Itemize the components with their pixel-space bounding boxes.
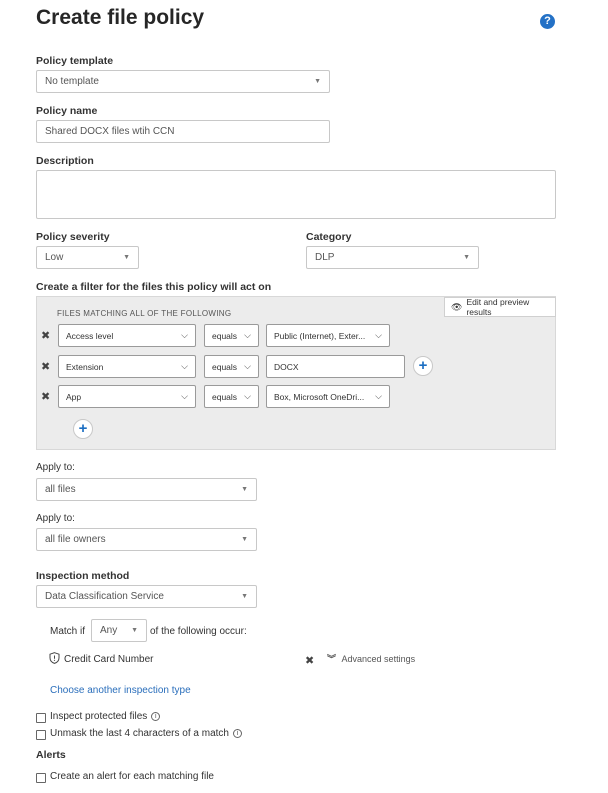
severity-label: Policy severity bbox=[36, 231, 110, 243]
apply-owners-value: all file owners bbox=[45, 534, 106, 545]
apply-files-value: all files bbox=[45, 484, 76, 495]
filter-field-value: App bbox=[66, 392, 81, 402]
unmask-row: Unmask the last 4 characters of a match i bbox=[50, 728, 242, 739]
match-value: Any bbox=[100, 625, 117, 636]
chevron-down-icon: ⌵ bbox=[375, 391, 382, 402]
inspect-protected-row: Inspect protected files i bbox=[50, 711, 160, 722]
filter-value-text: Box, Microsoft OneDri... bbox=[274, 392, 364, 402]
chevron-down-icon: ⌵ bbox=[244, 330, 251, 341]
category-value: DLP bbox=[315, 252, 334, 263]
chevron-down-icon: ⌵ bbox=[375, 330, 382, 341]
inspect-protected-label: Inspect protected files bbox=[50, 711, 147, 722]
filter-operator-value: equals bbox=[212, 392, 237, 402]
filter-field-value: Access level bbox=[66, 331, 113, 341]
severity-select[interactable]: Low ▼ bbox=[36, 246, 139, 269]
filter-field-select[interactable]: Extension ⌵ bbox=[58, 355, 196, 378]
info-icon[interactable]: i bbox=[151, 712, 160, 721]
policy-name-input[interactable]: Shared DOCX files wtih CCN bbox=[36, 120, 330, 143]
edit-preview-button[interactable]: 👁 Edit and preview results bbox=[444, 297, 556, 317]
create-alert-label: Create an alert for each matching file bbox=[50, 771, 214, 782]
filter-field-value: Extension bbox=[66, 362, 103, 372]
category-label: Category bbox=[306, 231, 352, 243]
double-chevron-down-icon: ︾ bbox=[327, 654, 336, 664]
filter-value-select[interactable]: Box, Microsoft OneDri... ⌵ bbox=[266, 385, 390, 408]
chevron-down-icon: ▼ bbox=[463, 254, 470, 261]
edit-preview-label: Edit and preview results bbox=[466, 297, 555, 317]
advanced-settings-toggle[interactable]: ︾ Advanced settings bbox=[327, 652, 415, 665]
chevron-down-icon: ▼ bbox=[123, 254, 130, 261]
policy-name-label: Policy name bbox=[36, 105, 97, 117]
inspection-item: Credit Card Number bbox=[64, 654, 153, 665]
remove-icon[interactable]: ✖ bbox=[41, 390, 50, 403]
severity-value: Low bbox=[45, 252, 63, 263]
info-icon[interactable]: i bbox=[233, 729, 242, 738]
filter-operator-value: equals bbox=[212, 362, 237, 372]
unmask-checkbox[interactable] bbox=[36, 730, 46, 740]
plus-icon[interactable]: + bbox=[73, 419, 93, 439]
policy-template-value: No template bbox=[45, 76, 99, 87]
inspection-value: Data Classification Service bbox=[45, 591, 164, 602]
filter-field-select[interactable]: App ⌵ bbox=[58, 385, 196, 408]
unmask-label: Unmask the last 4 characters of a match bbox=[50, 728, 229, 739]
chevron-down-icon: ⌵ bbox=[244, 391, 251, 402]
chevron-down-icon: ⌵ bbox=[244, 361, 251, 372]
match-select[interactable]: Any ▼ bbox=[91, 619, 147, 642]
filter-operator-select[interactable]: equals ⌵ bbox=[204, 355, 259, 378]
remove-icon[interactable]: ✖ bbox=[305, 654, 314, 667]
shield-icon bbox=[49, 652, 60, 664]
description-label: Description bbox=[36, 155, 94, 167]
page-title: Create file policy bbox=[36, 6, 204, 30]
policy-name-value: Shared DOCX files wtih CCN bbox=[45, 126, 174, 137]
filter-field-select[interactable]: Access level ⌵ bbox=[58, 324, 196, 347]
policy-template-select[interactable]: No template ▼ bbox=[36, 70, 330, 93]
remove-icon[interactable]: ✖ bbox=[41, 360, 50, 373]
chevron-down-icon: ⌵ bbox=[181, 361, 188, 372]
apply-files-select[interactable]: all files ▼ bbox=[36, 478, 257, 501]
description-textarea[interactable] bbox=[36, 170, 556, 219]
chevron-down-icon: ▼ bbox=[314, 78, 321, 85]
filter-label: Create a filter for the files this polic… bbox=[36, 281, 271, 293]
plus-icon[interactable]: + bbox=[413, 356, 433, 376]
apply-owners-select[interactable]: all file owners ▼ bbox=[36, 528, 257, 551]
chevron-down-icon: ▼ bbox=[241, 486, 248, 493]
policy-template-label: Policy template bbox=[36, 55, 113, 67]
create-alert-checkbox[interactable] bbox=[36, 773, 46, 783]
filter-value-text: Public (Internet), Exter... bbox=[274, 331, 365, 341]
filter-value-input[interactable]: DOCX bbox=[266, 355, 405, 378]
inspection-label: Inspection method bbox=[36, 570, 129, 582]
filter-value-select[interactable]: Public (Internet), Exter... ⌵ bbox=[266, 324, 390, 347]
advanced-settings-label: Advanced settings bbox=[342, 654, 416, 664]
filter-operator-value: equals bbox=[212, 331, 237, 341]
apply-owners-label: Apply to: bbox=[36, 513, 75, 524]
inspect-protected-checkbox[interactable] bbox=[36, 713, 46, 723]
match-suffix-label: of the following occur: bbox=[150, 626, 247, 637]
match-if-label: Match if bbox=[50, 626, 85, 637]
alerts-heading: Alerts bbox=[36, 749, 66, 761]
apply-files-label: Apply to: bbox=[36, 462, 75, 473]
chevron-down-icon: ⌵ bbox=[181, 330, 188, 341]
chevron-down-icon: ⌵ bbox=[181, 391, 188, 402]
help-icon[interactable]: ? bbox=[540, 14, 555, 29]
chevron-down-icon: ▼ bbox=[241, 536, 248, 543]
eye-icon: 👁 bbox=[451, 302, 462, 313]
remove-icon[interactable]: ✖ bbox=[41, 329, 50, 342]
filter-operator-select[interactable]: equals ⌵ bbox=[204, 324, 259, 347]
chevron-down-icon: ▼ bbox=[131, 627, 138, 634]
filter-operator-select[interactable]: equals ⌵ bbox=[204, 385, 259, 408]
filter-heading: FILES MATCHING ALL OF THE FOLLOWING bbox=[57, 309, 231, 318]
category-select[interactable]: DLP ▼ bbox=[306, 246, 479, 269]
inspection-select[interactable]: Data Classification Service ▼ bbox=[36, 585, 257, 608]
choose-inspection-link[interactable]: Choose another inspection type bbox=[50, 685, 191, 696]
chevron-down-icon: ▼ bbox=[241, 593, 248, 600]
filter-value-text: DOCX bbox=[274, 362, 299, 372]
